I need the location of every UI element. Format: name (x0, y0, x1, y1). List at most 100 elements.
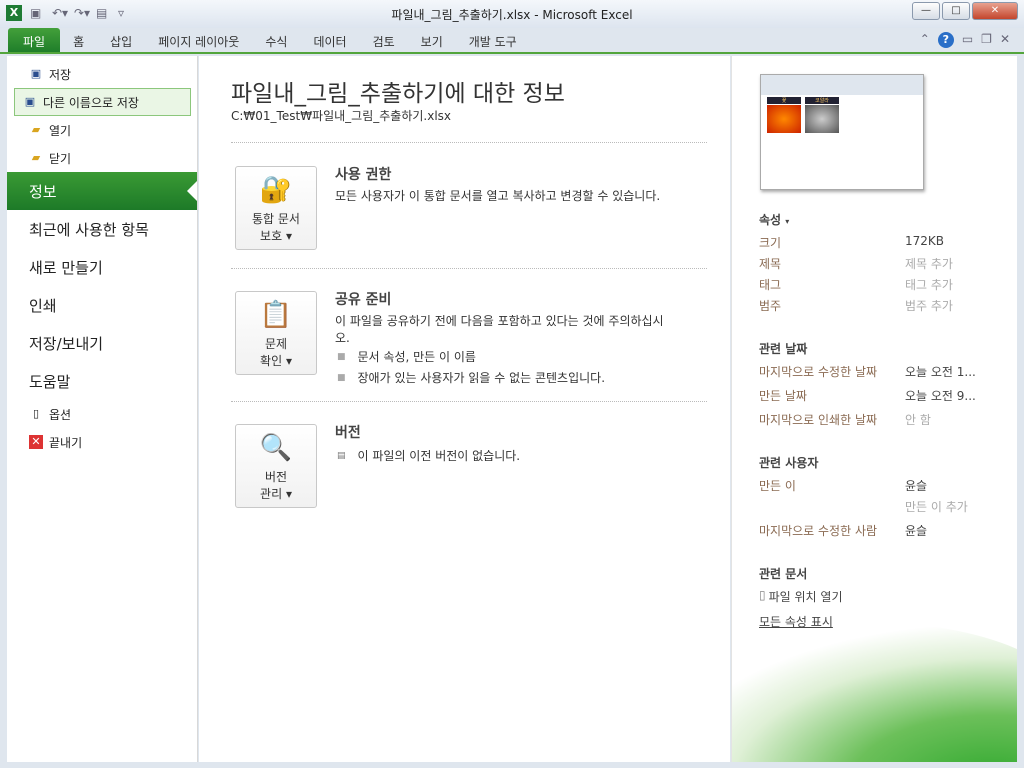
property-value[interactable]: 윤슬 (905, 522, 927, 543)
properties-panel: 꽃 코알라 속성 ▾ 크기 172KB 제목 제목 추가 태그 태그 추가 범주 범주 … (731, 56, 1017, 762)
nav-save-send[interactable]: 저장/보내기 (7, 324, 197, 362)
tab-review[interactable]: 검토 (360, 28, 408, 52)
protect-workbook-button[interactable]: 🔐 통합 문서 보호 ▾ (235, 166, 317, 250)
nav-help[interactable]: 도움말 (7, 362, 197, 400)
nav-exit[interactable]: ✕ 끝내기 (7, 428, 197, 456)
document-icon: ▯ (759, 588, 766, 602)
property-key: 마지막으로 인쇄한 날짜 (759, 413, 878, 427)
nav-save-as[interactable]: ▣ 다른 이름으로 저장 (14, 88, 191, 116)
property-key: 만든 이 (759, 479, 796, 493)
categories-input[interactable]: 범주 추가 (905, 297, 953, 318)
minimize-ribbon-icon[interactable]: ⌃ (920, 32, 930, 48)
nav-save[interactable]: ▣ 저장 (7, 60, 197, 88)
permissions-section: 사용 권한 모든 사용자가 이 통합 문서를 열고 복사하고 변경할 수 있습니… (335, 164, 675, 205)
property-key: 태그 (759, 278, 782, 292)
property-row: 크기 172KB (759, 234, 1009, 255)
nav-label: 옵션 (49, 407, 72, 422)
window-frame (1017, 54, 1024, 768)
section-text: 모든 사용자가 이 통합 문서를 열고 복사하고 변경할 수 있습니다. (335, 189, 661, 203)
property-row: 마지막으로 수정한 사람 윤슬 (759, 522, 1009, 543)
property-row: 제목 제목 추가 (759, 255, 1009, 276)
title-bar: X ▣ ↶▾ ↷▾ ▤ ▿ 파일내_그림_추출하기.xlsx - Microso… (0, 0, 1024, 28)
bullet-text: 장애가 있는 사용자가 읽을 수 없는 콘텐츠입니다. (357, 371, 606, 385)
nav-close[interactable]: ▰ 닫기 (7, 144, 197, 172)
nav-info[interactable]: 정보 (7, 172, 197, 210)
tab-insert[interactable]: 삽입 (97, 28, 145, 52)
thumb-header: 꽃 (767, 97, 801, 104)
divider (231, 142, 707, 143)
open-file-location-link[interactable]: ▯ 파일 위치 열기 (759, 588, 1009, 609)
property-key (759, 498, 905, 519)
property-key: 제목 (759, 257, 782, 271)
backstage-nav: ▣ 저장 ▣ 다른 이름으로 저장 ▰ 열기 ▰ 닫기 정보 최근에 사용한 항목 새로… (7, 56, 198, 762)
section-text: 이 파일의 이전 버전이 없습니다. (357, 449, 521, 463)
list-item: ■ 문서 속성, 만든 이 이름 (335, 347, 675, 368)
button-label: 확인 (260, 354, 283, 368)
property-key: 마지막으로 수정한 날짜 (759, 365, 878, 379)
ribbon-tabs: 파일 홈 삽입 페이지 레이아웃 수식 데이터 검토 보기 개발 도구 ⌃ ? … (0, 28, 1024, 54)
nav-label: 열기 (49, 123, 72, 138)
link-text: 파일 위치 열기 (768, 590, 843, 604)
property-row: 만든 이 윤슬 (759, 477, 1009, 498)
dropdown-icon: ▾ (785, 217, 790, 226)
maximize-button[interactable]: □ (942, 2, 970, 20)
tab-developer[interactable]: 개발 도구 (456, 28, 530, 52)
bullet-icon: ■ (337, 373, 346, 383)
nav-recent[interactable]: 최근에 사용한 항목 (7, 210, 197, 248)
decorative-swoosh (732, 622, 1017, 762)
manage-versions-button[interactable]: 🔍 버전 관리 ▾ (235, 424, 317, 508)
section-heading: 버전 (335, 425, 361, 441)
tab-view[interactable]: 보기 (408, 28, 456, 52)
divider (231, 401, 707, 402)
property-key: 마지막으로 수정한 사람 (759, 524, 878, 538)
doc-restore-icon[interactable]: ❐ (981, 32, 992, 48)
tab-file[interactable]: 파일 (8, 28, 61, 52)
lock-key-icon: 🔐 (259, 175, 293, 205)
properties-heading[interactable]: 속성 ▾ (759, 211, 1009, 228)
doc-minimize-icon[interactable]: ▭ (962, 32, 973, 48)
info-panel: 파일내_그림_추출하기에 대한 정보 C:₩01_Test₩파일내_그림_추출하… (199, 56, 730, 762)
nav-options[interactable]: ▯ 옵션 (7, 400, 197, 428)
nav-label: 끝내기 (49, 435, 83, 450)
section-heading: 공유 준비 (335, 292, 392, 308)
window-title: 파일내_그림_추출하기.xlsx - Microsoft Excel (391, 8, 633, 22)
file-path: C:₩01_Test₩파일내_그림_추출하기.xlsx (231, 109, 452, 123)
options-icon: ▯ (32, 407, 40, 420)
save-as-icon: ▣ (24, 95, 36, 108)
property-key: 크기 (759, 236, 782, 250)
help-icon[interactable]: ? (937, 32, 954, 48)
close-button[interactable]: ✕ (972, 2, 1018, 20)
property-row: 마지막으로 인쇄한 날짜 안 함 (759, 411, 1009, 432)
property-value[interactable]: 윤슬 (905, 477, 927, 498)
show-all-properties-link[interactable]: 모든 속성 표시 (759, 613, 833, 634)
thumb-header: 코알라 (805, 97, 839, 104)
tab-home[interactable]: 홈 (60, 28, 97, 52)
nav-print[interactable]: 인쇄 (7, 286, 197, 324)
check-for-issues-button[interactable]: 📋 문제 확인 ▾ (235, 291, 317, 375)
property-row: 태그 태그 추가 (759, 276, 1009, 297)
tab-page-layout[interactable]: 페이지 레이아웃 (145, 28, 252, 52)
button-label: 보호 (260, 229, 283, 243)
folder-open-icon: ▰ (31, 123, 41, 136)
tab-data[interactable]: 데이터 (300, 28, 359, 52)
property-row: 만든 날짜 오늘 오전 9... (759, 387, 1009, 408)
property-value: 172KB (905, 234, 945, 248)
tags-input[interactable]: 태그 추가 (905, 276, 953, 297)
nav-open[interactable]: ▰ 열기 (7, 116, 197, 144)
title-input[interactable]: 제목 추가 (905, 255, 953, 276)
koala-image (805, 105, 839, 133)
doc-close-icon[interactable]: ✕ (1000, 32, 1010, 48)
property-row: 범주 범주 추가 (759, 297, 1009, 318)
add-author-input[interactable]: 만든 이 추가 (905, 498, 968, 519)
versions-icon: 🔍 (259, 433, 293, 463)
heading-text: 속성 (759, 213, 782, 227)
minimize-button[interactable]: — (912, 2, 940, 20)
nav-new[interactable]: 새로 만들기 (7, 248, 197, 286)
people-heading: 관련 사용자 (759, 456, 819, 470)
property-value: 안 함 (905, 413, 931, 427)
tab-formulas[interactable]: 수식 (252, 28, 300, 52)
button-label: 통합 문서 (252, 212, 300, 226)
nav-label: 저장 (49, 67, 72, 82)
flower-image (767, 105, 801, 133)
property-row: 만든 이 추가 (759, 498, 1009, 519)
